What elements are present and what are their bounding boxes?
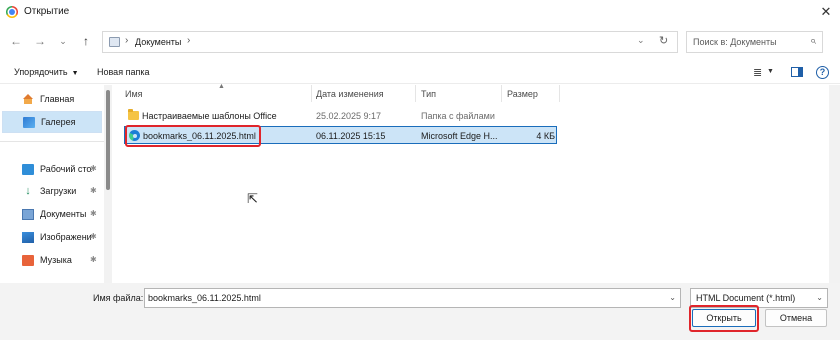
sidebar-item-label: Музыка	[40, 255, 72, 265]
sidebar-item-label: Главная	[40, 94, 75, 104]
command-bar: Упорядочить ▼ Новая папка ≣ ▼ ?	[0, 62, 840, 84]
view-caret-icon[interactable]: ▼	[767, 68, 774, 75]
chevron-down-icon[interactable]: ⌄	[816, 293, 823, 302]
search-icon[interactable]: ⌕	[810, 35, 816, 48]
column-divider[interactable]	[559, 85, 560, 102]
back-arrow-icon[interactable]: ←	[8, 32, 24, 50]
column-divider[interactable]	[501, 85, 502, 102]
address-dropdown-icon[interactable]: ⌄	[637, 35, 645, 46]
column-divider[interactable]	[415, 85, 416, 102]
desktop-icon	[22, 164, 34, 175]
pin-icon[interactable]: ✱	[90, 232, 97, 241]
file-list: Имя ▲ Дата изменения Тип Размер Настраив…	[114, 83, 840, 283]
sidebar-scroll-thumb[interactable]	[106, 90, 110, 190]
sort-ascending-icon: ▲	[218, 83, 225, 90]
list-item-folder[interactable]: Настраиваемые шаблоны Office 25.02.2025 …	[124, 107, 557, 125]
preview-pane-icon[interactable]	[791, 67, 803, 77]
highlight-box-open-button	[689, 305, 759, 332]
column-header-size[interactable]: Размер	[507, 89, 538, 106]
cancel-button[interactable]: Отмена	[765, 309, 827, 327]
new-folder-button[interactable]: Новая папка	[97, 67, 149, 77]
mouse-cursor-icon: ⇱	[247, 191, 258, 206]
folder-icon	[109, 37, 120, 47]
pin-icon[interactable]: ✱	[90, 164, 97, 173]
sidebar-item-label: Галерея	[41, 117, 76, 127]
chevron-down-icon[interactable]: ⌄	[669, 293, 676, 302]
view-options-icon[interactable]: ≣	[753, 66, 762, 79]
highlight-box-file	[125, 125, 261, 147]
sidebar-item-downloads[interactable]: ↓ Загрузки ✱	[2, 181, 102, 203]
gallery-icon	[23, 117, 35, 128]
sidebar-item-pictures[interactable]: Изображения ✱	[2, 227, 102, 249]
sidebar-item-gallery[interactable]: Галерея	[2, 111, 102, 133]
title-bar: Открытие ✕	[0, 0, 840, 24]
column-header-name[interactable]: Имя	[125, 89, 143, 106]
breadcrumb-chevron-icon[interactable]: ›	[187, 35, 190, 46]
folder-icon	[128, 109, 139, 120]
file-type-filter-value: HTML Document (*.html)	[696, 293, 796, 303]
address-bar[interactable]: › Документы › ⌄ ↻	[102, 31, 678, 53]
pin-icon[interactable]: ✱	[90, 255, 97, 264]
sidebar-divider	[0, 141, 112, 142]
breadcrumb-separator: ›	[125, 35, 129, 46]
filename-value: bookmarks_06.11.2025.html	[148, 293, 261, 303]
file-date: 25.02.2025 9:17	[316, 111, 382, 121]
organize-menu[interactable]: Упорядочить ▼	[14, 67, 79, 77]
help-icon[interactable]: ?	[816, 66, 829, 79]
downloads-icon: ↓	[25, 185, 31, 197]
music-icon	[22, 255, 34, 266]
sidebar-item-label: Изображения	[40, 232, 92, 242]
file-name: Настраиваемые шаблоны Office	[142, 111, 277, 121]
caret-down-icon: ▼	[71, 70, 79, 77]
sidebar-item-music[interactable]: Музыка ✱	[2, 250, 102, 272]
navigation-pane: Главная Галерея Рабочий стол ✱ ↓ Загрузк…	[0, 85, 112, 283]
file-size: 4 КБ	[536, 131, 555, 141]
file-date: 06.11.2025 15:15	[316, 131, 386, 141]
filename-input[interactable]: bookmarks_06.11.2025.html ⌄	[144, 288, 681, 308]
chrome-icon	[6, 6, 18, 18]
recent-locations-chevron-icon[interactable]: ⌄	[55, 32, 71, 50]
column-header-date[interactable]: Дата изменения	[316, 89, 384, 106]
forward-arrow-icon[interactable]: →	[32, 32, 48, 50]
window-title: Открытие	[24, 6, 70, 17]
sidebar-item-home[interactable]: Главная	[2, 89, 102, 111]
sidebar-item-label: Загрузки	[40, 186, 77, 196]
column-divider[interactable]	[311, 85, 312, 102]
pin-icon[interactable]: ✱	[90, 186, 97, 195]
file-type: Папка с файлами	[421, 111, 495, 121]
up-arrow-icon[interactable]: ↑	[78, 32, 94, 50]
sidebar-item-desktop[interactable]: Рабочий стол ✱	[2, 159, 102, 181]
home-icon	[22, 94, 34, 105]
file-type: Microsoft Edge H...	[421, 131, 498, 141]
pictures-icon	[22, 232, 34, 243]
search-placeholder: Поиск в: Документы	[693, 37, 777, 47]
sidebar-item-documents[interactable]: Документы ✱	[2, 204, 102, 226]
refresh-icon[interactable]: ↻	[659, 34, 668, 47]
pin-icon[interactable]: ✱	[90, 209, 97, 218]
search-input[interactable]: Поиск в: Документы ⌕	[686, 31, 823, 53]
close-button[interactable]: ✕	[812, 0, 840, 24]
organize-label: Упорядочить	[14, 67, 68, 77]
sidebar-item-label: Документы	[40, 209, 87, 219]
file-list-scrollbar[interactable]	[829, 85, 840, 283]
filename-label: Имя файла:	[93, 293, 144, 303]
column-header-type[interactable]: Тип	[421, 89, 436, 106]
sidebar-item-label: Рабочий стол	[40, 164, 92, 174]
documents-icon	[22, 209, 34, 220]
dialog-footer: Имя файла: bookmarks_06.11.2025.html ⌄ H…	[0, 283, 840, 340]
breadcrumb-documents[interactable]: Документы	[135, 37, 181, 47]
